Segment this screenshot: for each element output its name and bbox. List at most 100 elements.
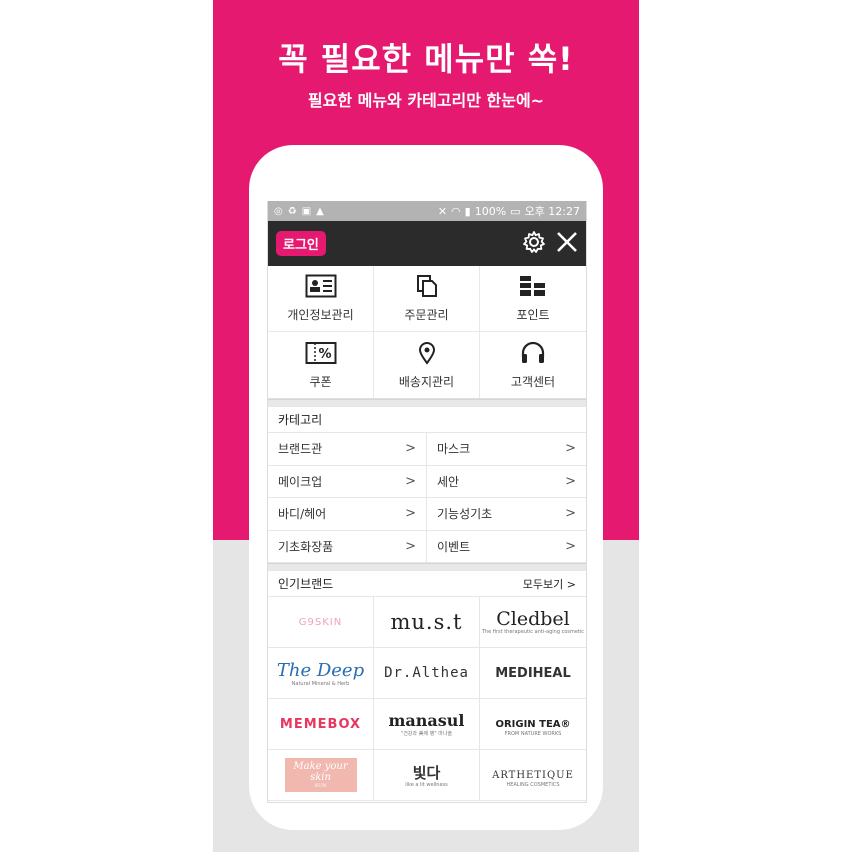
- category-label: 기능성기초: [437, 507, 493, 522]
- chevron-right-icon: >: [405, 538, 416, 554]
- category-title: 카테고리: [268, 407, 586, 433]
- status-right: ✕ ◠ ▮ 100% ▭ 오후 12:27: [438, 203, 580, 219]
- chevron-right-icon: >: [405, 506, 416, 522]
- sync-icon: ♻: [287, 205, 297, 217]
- category-label: 바디/헤어: [278, 507, 327, 522]
- brand-arthetique[interactable]: ARTHETIQUE HEALING COSMETICS: [480, 750, 586, 801]
- category-item[interactable]: 메이크업 >: [268, 465, 427, 498]
- chevron-right-icon: >: [405, 441, 416, 457]
- brand-logo-tagline: FROM NATURE WORKS: [504, 730, 562, 737]
- gear-icon[interactable]: [522, 230, 546, 258]
- quick-menu-label: 주문관리: [404, 308, 449, 322]
- promo-panel: 꼭 필요한 메뉴만 쏙! 필요한 메뉴와 카테고리만 한눈에~ ◎ ♻ ▣ ▲ …: [213, 0, 639, 852]
- category-grid: 브랜드관 > 마스크 > 메이크업 > 세안 > 바디/헤어 > 기능성기초 > 기초화장품…: [268, 433, 586, 563]
- brand-logo-name: The Deep: [276, 659, 365, 681]
- category-item[interactable]: 기능성기초 >: [427, 498, 586, 531]
- brand-logo-name: ARTHETIQUE: [492, 769, 574, 781]
- quick-menu-coupon[interactable]: % 쿠폰: [268, 332, 374, 398]
- brand-logo-name: ORIGIN TEA®: [495, 718, 571, 730]
- chevron-right-icon: >: [565, 441, 576, 457]
- brand-must[interactable]: mu.s.t: [374, 597, 480, 648]
- category-heading: 카테고리: [278, 413, 323, 427]
- coins-icon: [518, 274, 548, 302]
- category-item[interactable]: 이벤트 >: [427, 531, 586, 563]
- brand-logo: Cledbel The first therapeutic anti-aging…: [481, 607, 585, 635]
- brand-origin-tea[interactable]: ORIGIN TEA® FROM NATURE WORKS: [480, 699, 586, 750]
- brands-heading: 인기브랜드: [278, 577, 334, 591]
- category-label: 메이크업: [278, 474, 323, 489]
- brand-logo-tagline: like a lit wellness: [405, 781, 448, 788]
- status-left-icons: ◎ ♻ ▣ ▲: [274, 206, 324, 217]
- quick-menu-grid: 개인정보관리 주문관리 포인트 % 쿠폰 배송지관리 고객센터: [268, 266, 586, 399]
- category-item[interactable]: 바디/헤어 >: [268, 498, 427, 531]
- battery-level: 100%: [474, 204, 507, 218]
- category-label: 마스크: [437, 442, 471, 457]
- image-icon: ▣: [301, 205, 312, 217]
- brand-logo: ARTHETIQUE HEALING COSMETICS: [492, 763, 574, 788]
- quick-menu-label: 쿠폰: [309, 374, 332, 389]
- brands-title-row: 인기브랜드 모두보기 >: [268, 571, 586, 597]
- brand-logo: mu.s.t: [390, 610, 463, 634]
- brand-logo-name: Make your skin: [293, 761, 348, 783]
- brand-logo-name: Cledbel: [496, 607, 570, 630]
- category-label: 기초화장품: [278, 539, 334, 554]
- brand-logo: The Deep Natural Mineral & Herb: [277, 660, 364, 687]
- category-label: 브랜드관: [278, 442, 323, 457]
- brand-make-your-skin[interactable]: Make your skin SUN: [268, 750, 374, 801]
- see-all-link[interactable]: 모두보기 >: [523, 576, 576, 592]
- brand-bitda[interactable]: 빛다 like a lit wellness: [374, 750, 480, 801]
- mute-icon: ✕: [437, 204, 448, 218]
- close-icon[interactable]: [556, 231, 578, 257]
- brand-dr-althea[interactable]: Dr.Althea: [374, 648, 480, 699]
- see-all-label: 모두보기: [522, 577, 564, 591]
- quick-menu-points[interactable]: 포인트: [480, 266, 586, 332]
- category-label: 세안: [437, 474, 460, 489]
- quick-menu-support[interactable]: 고객센터: [480, 332, 586, 398]
- phone-frame: ◎ ♻ ▣ ▲ ✕ ◠ ▮ 100% ▭ 오후 12:27 로그인 개인정보관리…: [249, 145, 603, 830]
- brand-manasul[interactable]: manasul "건강과 美에 병" 마나솔: [374, 699, 480, 750]
- chevron-right-icon: >: [405, 473, 416, 489]
- chevron-right-icon: >: [565, 506, 576, 522]
- location-pin-icon: [417, 341, 437, 369]
- quick-menu-orders[interactable]: 주문관리: [374, 266, 480, 332]
- brand-mediheal[interactable]: MEDIHEAL: [480, 648, 586, 699]
- quick-menu-address[interactable]: 배송지관리: [374, 332, 480, 398]
- brand-logo: Make your skin SUN: [284, 758, 357, 792]
- menu-top-bar: 로그인: [268, 221, 586, 266]
- warning-icon: ▲: [316, 205, 324, 217]
- brand-grid: G9SKIN mu.s.t Cledbel The first therapeu…: [268, 597, 586, 801]
- brand-logo-tagline: Natural Mineral & Herb: [291, 680, 350, 687]
- brand-logo-tagline: HEALING COSMETICS: [506, 781, 560, 788]
- chevron-right-icon: >: [566, 577, 576, 591]
- quick-menu-profile[interactable]: 개인정보관리: [268, 266, 374, 332]
- category-item[interactable]: 세안 >: [427, 466, 586, 498]
- brand-logo: MEDIHEAL: [495, 665, 571, 681]
- brand-logo: Dr.Althea: [384, 665, 469, 681]
- brand-memebox[interactable]: MEMEBOX: [268, 699, 374, 750]
- section-divider: [268, 399, 586, 407]
- status-bar: ◎ ♻ ▣ ▲ ✕ ◠ ▮ 100% ▭ 오후 12:27: [268, 201, 586, 221]
- category-item[interactable]: 브랜드관 >: [268, 433, 427, 466]
- brand-logo: ORIGIN TEA® FROM NATURE WORKS: [495, 712, 570, 737]
- clock: 오후 12:27: [524, 205, 580, 218]
- brand-logo-name: 빛다: [412, 763, 441, 782]
- signal-icon: ▮: [464, 204, 471, 218]
- topbar-actions: [522, 230, 578, 258]
- brand-logo-tagline: SUN: [314, 783, 327, 789]
- brand-the-deep[interactable]: The Deep Natural Mineral & Herb: [268, 648, 374, 699]
- quick-menu-label: 고객센터: [510, 374, 556, 389]
- brand-logo: 빛다 like a lit wellness: [405, 763, 448, 788]
- brand-cledbel[interactable]: Cledbel The first therapeutic anti-aging…: [480, 597, 586, 648]
- category-item[interactable]: 마스크 >: [427, 433, 586, 466]
- promo-headline: 꼭 필요한 메뉴만 쏙!: [278, 40, 574, 78]
- quick-menu-label: 포인트: [516, 308, 550, 322]
- wifi-icon: ◠: [451, 204, 461, 218]
- brand-g9skin[interactable]: G9SKIN: [268, 597, 374, 648]
- login-button[interactable]: 로그인: [276, 231, 326, 256]
- category-item[interactable]: 기초화장품 >: [268, 530, 427, 563]
- documents-icon: [415, 274, 439, 302]
- battery-icon: ▭: [510, 204, 521, 218]
- quick-menu-label: 배송지관리: [398, 374, 455, 389]
- chevron-right-icon: >: [565, 538, 576, 554]
- brand-logo-tagline: The first therapeutic anti-aging cosmeti…: [481, 628, 585, 635]
